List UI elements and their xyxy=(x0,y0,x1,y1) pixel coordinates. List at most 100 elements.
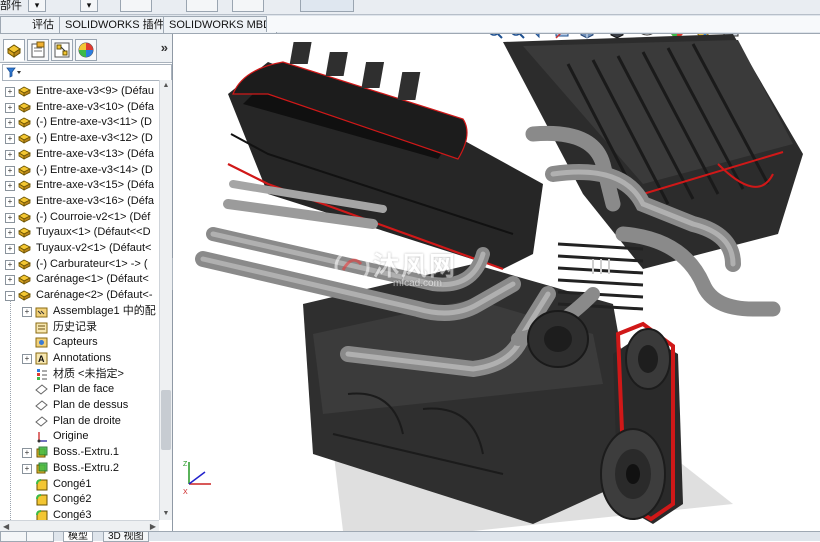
toolbar-button-active[interactable] xyxy=(300,0,354,12)
tree-item[interactable]: 历史记录 xyxy=(0,320,159,335)
tree-item-label: Entre-axe-v3<9> (Défau xyxy=(36,85,155,97)
dropdown-button-1[interactable]: ▾ xyxy=(28,0,46,12)
tab-model[interactable]: 模型 xyxy=(63,532,93,542)
expand-toggle-icon[interactable]: + xyxy=(5,134,15,145)
expand-toggle-icon[interactable]: + xyxy=(5,87,15,97)
toolbar-button-3[interactable] xyxy=(120,0,152,12)
tab-mbd-label: SOLIDWORKS MBD xyxy=(169,19,272,31)
expand-toggle-icon[interactable]: + xyxy=(5,244,15,254)
expand-toggle-icon[interactable]: + xyxy=(5,196,15,207)
part-icon xyxy=(18,289,31,302)
tree-item-label: (-) Carburateur<1> -> ( xyxy=(36,257,148,270)
tree-item[interactable]: Origine xyxy=(0,429,159,444)
configuration-manager-tab[interactable] xyxy=(51,39,73,61)
expand-toggle-icon[interactable]: + xyxy=(22,448,32,459)
scroll-thumb[interactable] xyxy=(161,390,171,450)
watermark-icon xyxy=(334,249,370,285)
tree-item-label: Congé3 xyxy=(53,508,92,520)
tree-item[interactable]: + (-) Entre-axe-v3<12> (D xyxy=(0,131,159,146)
bottom-tab-nav-2[interactable] xyxy=(26,532,54,542)
tree-item[interactable]: Plan de face xyxy=(0,382,159,397)
tree-item-label: Origine xyxy=(53,430,89,443)
tree-item[interactable]: + Tuyaux<1> (Défaut<<D xyxy=(0,225,159,240)
tree-item[interactable]: + Entre-axe-v3<15> (Défa xyxy=(0,178,159,193)
funnel-icon[interactable] xyxy=(6,67,22,78)
expand-toggle-icon[interactable]: + xyxy=(5,149,15,160)
plane-icon xyxy=(35,399,48,412)
tree-item[interactable]: + (-) Entre-axe-v3<11> (D xyxy=(0,115,159,130)
expand-toggle-icon[interactable]: + xyxy=(5,259,15,270)
tree-item[interactable]: + Boss.-Extru.2 xyxy=(0,461,159,476)
expand-toggle-icon[interactable]: + xyxy=(5,165,15,176)
tree-item[interactable]: + Assemblage1 中的配 xyxy=(0,304,159,319)
tree-item[interactable]: Congé3 xyxy=(0,508,159,520)
tree-item[interactable]: + Entre-axe-v3<9> (Défau xyxy=(0,84,159,99)
expand-toggle-icon[interactable]: + xyxy=(5,212,15,223)
expand-toggle-icon[interactable]: + xyxy=(5,228,15,239)
tree-item[interactable]: Plan de dessus xyxy=(0,398,159,413)
scroll-right-arrow[interactable]: ▶ xyxy=(150,522,156,531)
tree-item-label: 材质 <未指定> xyxy=(53,367,124,380)
scroll-down-arrow[interactable]: ▼ xyxy=(162,510,170,518)
tree-item[interactable]: + Carénage<1> (Défaut< xyxy=(0,272,159,287)
bottom-tab-nav-1[interactable] xyxy=(0,532,28,542)
expand-toggle-icon[interactable]: + xyxy=(5,275,15,286)
top-toolbar-strip: 部件 ▾ ▾ xyxy=(0,0,820,15)
tree-item-label: (-) Courroie-v2<1> (Déf xyxy=(36,210,151,223)
tree-item[interactable]: Congé1 xyxy=(0,477,159,492)
tab-evaluate[interactable]: 评估 xyxy=(0,16,60,33)
svg-text:A: A xyxy=(38,354,45,364)
part-icon xyxy=(18,226,31,239)
tree-item-label: Entre-axe-v3<10> (Défa xyxy=(36,100,155,113)
tree-item[interactable]: + Entre-axe-v3<10> (Défa xyxy=(0,100,159,115)
tree-item[interactable]: + Boss.-Extru.1 xyxy=(0,445,159,460)
tab-3d-views[interactable]: 3D 视图 xyxy=(103,532,149,542)
tree-filter-field[interactable] xyxy=(2,64,172,81)
toolbar-button-4[interactable] xyxy=(186,0,218,12)
tree-item[interactable]: + Entre-axe-v3<13> (Défa xyxy=(0,147,159,162)
dropdown-button-2[interactable]: ▾ xyxy=(80,0,98,12)
tree-item[interactable]: + A Annotations xyxy=(0,351,159,366)
expand-toggle-icon[interactable]: + xyxy=(22,353,32,364)
expand-toggle-icon[interactable]: + xyxy=(5,118,15,129)
tree-item-label: Entre-axe-v3<15> (Défa xyxy=(36,179,155,192)
display-manager-tab[interactable] xyxy=(75,39,97,61)
tree-item-label: Plan de dessus xyxy=(53,399,129,411)
tree-item[interactable]: Plan de droite xyxy=(0,414,159,429)
feature-manager-icon xyxy=(7,44,21,58)
tree-item[interactable]: − Carénage<2> (Défaut<- xyxy=(0,288,159,303)
tree-item[interactable]: + (-) Carburateur<1> -> ( xyxy=(0,257,159,272)
scroll-left-arrow[interactable]: ◀ xyxy=(3,522,9,531)
tree-item[interactable]: 材质 <未指定> xyxy=(0,367,159,382)
expand-toggle-icon[interactable]: + xyxy=(5,102,15,113)
tree-item-label: Carénage<2> (Défaut<- xyxy=(36,289,153,302)
expand-toggle-icon[interactable]: + xyxy=(22,463,32,474)
tree-item-label: Plan de face xyxy=(53,383,115,396)
tab-solidworks-addins[interactable]: SOLIDWORKS 插件 xyxy=(59,16,171,33)
tree-item[interactable]: Capteurs xyxy=(0,335,159,350)
scroll-up-arrow[interactable]: ▲ xyxy=(162,82,170,90)
fillet-icon xyxy=(35,478,48,491)
tree-item-label: Capteurs xyxy=(53,336,98,349)
tree-item-label: Assemblage1 中的配 xyxy=(53,304,156,317)
expand-toggle-icon[interactable]: + xyxy=(5,181,15,192)
tree-item[interactable]: + Tuyaux-v2<1> (Défaut< xyxy=(0,241,159,256)
expand-toggle-icon[interactable]: + xyxy=(22,306,32,317)
graphics-area[interactable]: 沐风网 mfcad.com Z X xyxy=(173,34,820,531)
tab-solidworks-mbd[interactable]: SOLIDWORKS MBD xyxy=(163,16,278,33)
tree-item[interactable]: Congé2 xyxy=(0,492,159,507)
tree-item[interactable]: + Entre-axe-v3<16> (Défa xyxy=(0,194,159,209)
extrude-icon xyxy=(35,446,48,459)
part-icon xyxy=(18,179,31,192)
tree-item[interactable]: + (-) Entre-axe-v3<14> (D xyxy=(0,163,159,178)
toolbar-button-5[interactable] xyxy=(232,0,264,12)
property-manager-tab[interactable] xyxy=(27,39,49,61)
watermark-url: mfcad.com xyxy=(393,278,442,289)
tree-item-label: Boss.-Extru.2 xyxy=(53,461,120,474)
tree-vertical-scrollbar[interactable]: ▲ ▼ xyxy=(159,80,172,520)
feature-manager-tab[interactable] xyxy=(3,39,25,61)
tree-item[interactable]: + (-) Courroie-v2<1> (Déf xyxy=(0,210,159,225)
tree-item-label: Tuyaux<1> (Défaut<<D xyxy=(36,226,151,239)
more-tabs-button[interactable]: » xyxy=(161,40,168,55)
fillet-icon xyxy=(35,509,48,520)
